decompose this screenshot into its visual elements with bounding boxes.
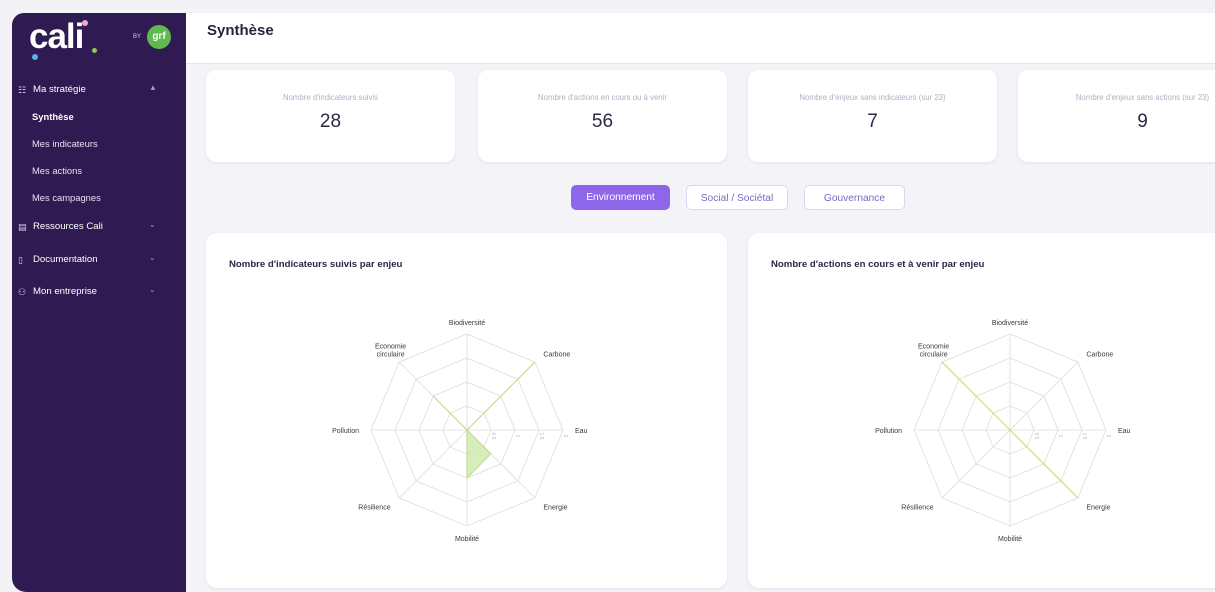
- sidebar: cali BY grf ☷ Ma stratégie ▲ Synthèse Me…: [12, 13, 186, 592]
- page-title: Synthèse: [207, 22, 274, 39]
- kpi-value: 56: [591, 111, 614, 132]
- radar-tick-label: 2: [562, 435, 568, 438]
- kpi-value: 7: [867, 111, 878, 132]
- tab-social-societal[interactable]: Social / Sociétal: [686, 185, 788, 210]
- tab-environnement[interactable]: Environnement: [571, 185, 670, 210]
- sidebar-item-mes-campagnes[interactable]: Mes campagnes: [32, 192, 101, 203]
- sidebar-section-label: Documentation: [33, 254, 98, 265]
- radar-series-area: [432, 361, 536, 480]
- logo-dot-pink: [82, 20, 88, 26]
- radar-tick-label: 1: [1057, 435, 1063, 438]
- document-icon: ▯: [18, 255, 23, 265]
- sidebar-section-label: Mon entreprise: [33, 286, 97, 297]
- kpi-card-actions-en-cours: Nombre d'actions en cours ou à venir 56: [478, 70, 727, 162]
- kpi-card-enjeux-sans-indicateurs: Nombre d'enjeux sans indicateurs (sur 23…: [748, 70, 997, 162]
- radar-category-label: Energie: [1086, 504, 1110, 511]
- sidebar-section-ressources-cali[interactable]: ▤ Ressources Cali ⌄: [12, 215, 186, 239]
- sidebar-item-mes-indicateurs[interactable]: Mes indicateurs: [32, 138, 98, 149]
- sidebar-section-documentation[interactable]: ▯ Documentation ⌄: [12, 248, 186, 272]
- radar-tick-label: 1: [514, 435, 520, 438]
- sidebar-section-mon-entreprise[interactable]: ⚇ Mon entreprise ⌄: [12, 280, 186, 304]
- radar-category-label: Mobilité: [455, 536, 479, 543]
- radar-tick-label: 2: [1105, 435, 1111, 438]
- kpi-card-enjeux-sans-actions: Nombre d'enjeux sans actions (sur 23) 9: [1018, 70, 1215, 162]
- cali-logo[interactable]: cali: [29, 17, 97, 61]
- radar-tick-label: 1.5: [1081, 433, 1087, 440]
- radar-tick-label: 1.5: [538, 433, 544, 440]
- strategy-icon: ☷: [18, 85, 27, 95]
- by-label: BY: [133, 34, 142, 40]
- radar-chart-actions: 0.5 1 1.5 2 Biodiversité Carbone Eau Energie Mob…: [875, 320, 1131, 543]
- radar-category-label: Eau: [575, 428, 588, 435]
- book-icon: ▤: [18, 222, 27, 232]
- radar-category-label: Eau: [1118, 428, 1131, 435]
- chart-panel-indicateurs: Nombre d'indicateurs suivis par enjeu 0.…: [206, 233, 727, 588]
- kpi-value: 9: [1137, 111, 1148, 132]
- chevron-down-icon: ⌄: [149, 285, 156, 294]
- kpi-label: Nombre d'enjeux sans actions (sur 23): [1075, 93, 1210, 102]
- radar-category-label: Pollution: [332, 428, 359, 435]
- radar-category-label: Energie: [543, 504, 567, 511]
- radar-category-label: Mobilité: [998, 536, 1022, 543]
- chart-panel-actions: Nombre d'actions en cours et à venir par…: [748, 233, 1215, 588]
- kpi-label: Nombre d'enjeux sans indicateurs (sur 23…: [799, 93, 946, 102]
- grf-badge: grf: [147, 25, 171, 49]
- radar-category-label: Economie circulaire: [918, 344, 949, 359]
- chevron-up-icon: ▲: [149, 83, 157, 92]
- logo-text: cali: [29, 17, 84, 56]
- radar-category-label: Pollution: [875, 428, 902, 435]
- radar-category-label: Biodiversité: [449, 320, 485, 327]
- kpi-label: Nombre d'actions en cours ou à venir: [538, 93, 667, 102]
- radar-category-label: Carbone: [543, 352, 570, 359]
- radar-category-label: Résilience: [358, 504, 390, 511]
- radar-category-label: Economie circulaire: [375, 344, 406, 359]
- people-icon: ⚇: [18, 287, 27, 297]
- kpi-label: Nombre d'indicateurs suivis: [282, 93, 379, 102]
- radar-category-label: Biodiversité: [992, 320, 1028, 327]
- kpi-card-indicateurs-suivis: Nombre d'indicateurs suivis 28: [206, 70, 455, 162]
- tab-gouvernance[interactable]: Gouvernance: [804, 185, 905, 210]
- radar-category-label: Résilience: [901, 504, 933, 511]
- sidebar-item-mes-actions[interactable]: Mes actions: [32, 165, 82, 176]
- radar-tick-label: 0.5: [1033, 433, 1039, 440]
- kpi-value: 28: [319, 111, 342, 132]
- chevron-down-icon: ⌄: [149, 253, 156, 262]
- main-content: Synthèse Nombre d'indicateurs suivis 28 …: [186, 13, 1215, 592]
- sidebar-item-synthese[interactable]: Synthèse: [32, 111, 74, 122]
- radar-category-label: Carbone: [1086, 352, 1113, 359]
- sidebar-section-ma-strategie[interactable]: ☷ Ma stratégie ▲: [12, 78, 186, 102]
- top-bar: Synthèse: [186, 13, 1215, 64]
- logo-dot-green: [92, 48, 97, 53]
- sidebar-section-label: Ma stratégie: [33, 84, 86, 95]
- logo-dot-blue: [32, 54, 38, 60]
- radar-chart-indicateurs: 0.5 1 1.5 2 Biodiversité Carbone Eau Energie Mob…: [332, 320, 588, 543]
- radar-tick-label: 0.5: [490, 433, 496, 440]
- chevron-down-icon: ⌄: [149, 220, 156, 229]
- sidebar-section-label: Ressources Cali: [33, 221, 103, 232]
